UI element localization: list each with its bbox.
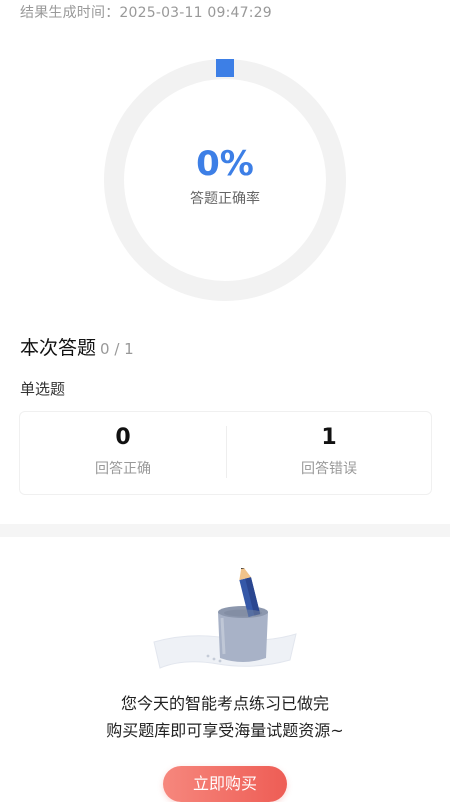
session-header: 本次答题 0 / 1 <box>20 333 134 360</box>
section-divider <box>0 524 450 537</box>
wrong-count: 1 <box>321 425 337 450</box>
accuracy-percent: 0% <box>196 144 254 184</box>
correct-count: 0 <box>115 425 131 450</box>
result-timestamp: 结果生成时间：2025-03-11 09:47:29 <box>20 5 272 21</box>
ring-progress-marker <box>216 59 234 77</box>
empty-state-message-2: 购买题库即可享受海量试题资源~ <box>106 721 344 740</box>
pencil-cup-icon <box>150 565 300 678</box>
question-type-label: 单选题 <box>20 380 66 398</box>
stats-card: 0 回答正确 1 回答错误 <box>19 411 432 495</box>
buy-now-button[interactable]: 立即购买 <box>163 766 287 802</box>
stat-wrong: 1 回答错误 <box>226 412 432 494</box>
empty-state-message-1: 您今天的智能考点练习已做完 <box>120 694 329 713</box>
wrong-label: 回答错误 <box>301 461 357 477</box>
stat-correct: 0 回答正确 <box>20 412 226 494</box>
session-count: 0 / 1 <box>100 340 134 358</box>
correct-label: 回答正确 <box>95 461 151 477</box>
session-title: 本次答题 <box>20 337 97 359</box>
accuracy-caption: 答题正确率 <box>190 191 260 207</box>
accuracy-ring: 0% 答题正确率 <box>103 58 347 302</box>
